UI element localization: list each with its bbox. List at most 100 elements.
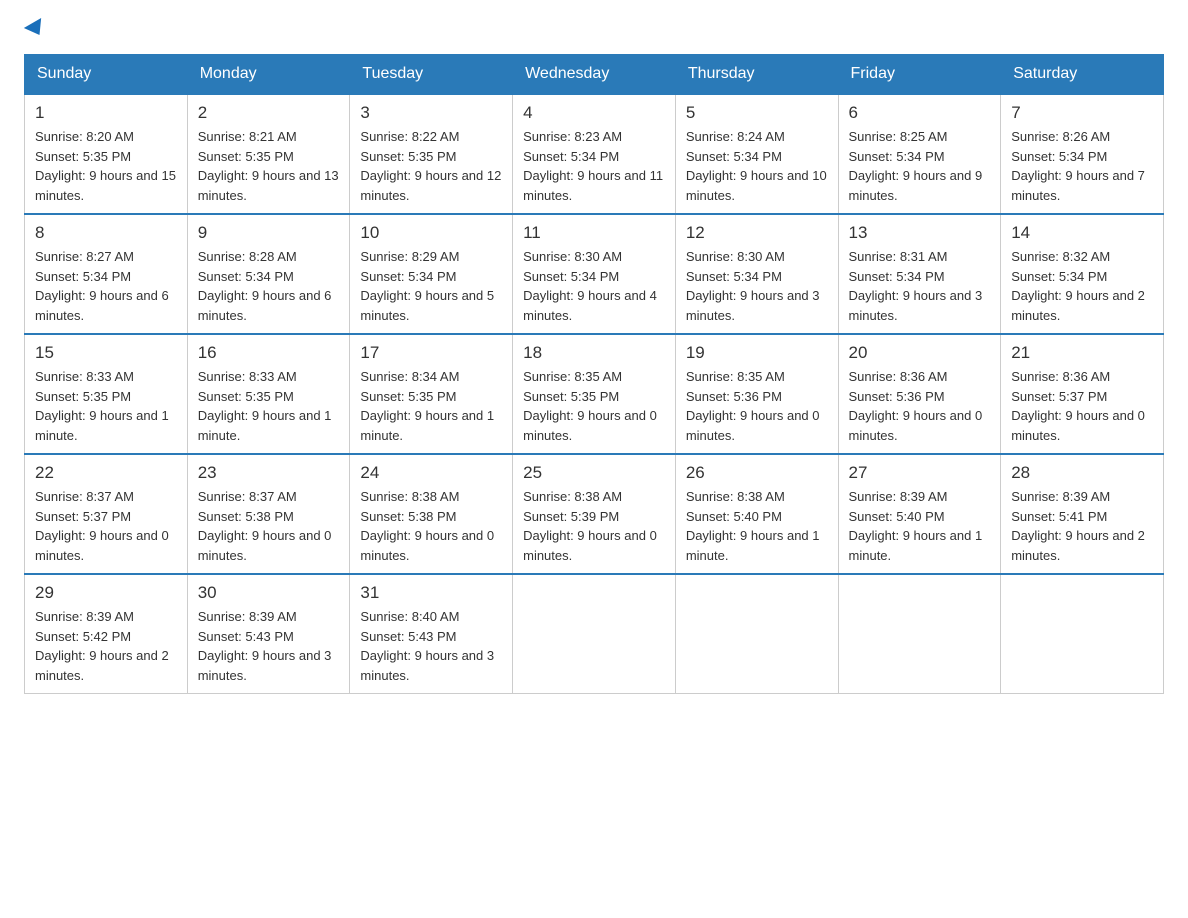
day-info: Sunrise: 8:20 AMSunset: 5:35 PMDaylight:…	[35, 129, 176, 203]
calendar-week-row: 15 Sunrise: 8:33 AMSunset: 5:35 PMDaylig…	[25, 334, 1164, 454]
day-number: 25	[523, 463, 665, 483]
day-info: Sunrise: 8:33 AMSunset: 5:35 PMDaylight:…	[198, 369, 332, 443]
calendar-day-cell	[513, 574, 676, 694]
calendar-day-cell: 10 Sunrise: 8:29 AMSunset: 5:34 PMDaylig…	[350, 214, 513, 334]
day-info: Sunrise: 8:25 AMSunset: 5:34 PMDaylight:…	[849, 129, 983, 203]
day-info: Sunrise: 8:31 AMSunset: 5:34 PMDaylight:…	[849, 249, 983, 323]
calendar-day-cell: 30 Sunrise: 8:39 AMSunset: 5:43 PMDaylig…	[187, 574, 350, 694]
calendar-day-cell: 19 Sunrise: 8:35 AMSunset: 5:36 PMDaylig…	[675, 334, 838, 454]
day-number: 12	[686, 223, 828, 243]
calendar-day-cell: 25 Sunrise: 8:38 AMSunset: 5:39 PMDaylig…	[513, 454, 676, 574]
day-of-week-header: Sunday	[25, 55, 188, 95]
day-info: Sunrise: 8:27 AMSunset: 5:34 PMDaylight:…	[35, 249, 169, 323]
day-info: Sunrise: 8:29 AMSunset: 5:34 PMDaylight:…	[360, 249, 494, 323]
logo	[24, 24, 46, 38]
day-number: 18	[523, 343, 665, 363]
day-info: Sunrise: 8:39 AMSunset: 5:42 PMDaylight:…	[35, 609, 169, 683]
day-number: 6	[849, 103, 991, 123]
day-info: Sunrise: 8:37 AMSunset: 5:38 PMDaylight:…	[198, 489, 332, 563]
calendar-header-row: SundayMondayTuesdayWednesdayThursdayFrid…	[25, 55, 1164, 95]
calendar-day-cell: 31 Sunrise: 8:40 AMSunset: 5:43 PMDaylig…	[350, 574, 513, 694]
day-number: 23	[198, 463, 340, 483]
calendar-day-cell: 14 Sunrise: 8:32 AMSunset: 5:34 PMDaylig…	[1001, 214, 1164, 334]
day-of-week-header: Friday	[838, 55, 1001, 95]
calendar-day-cell: 7 Sunrise: 8:26 AMSunset: 5:34 PMDayligh…	[1001, 94, 1164, 214]
calendar-day-cell: 15 Sunrise: 8:33 AMSunset: 5:35 PMDaylig…	[25, 334, 188, 454]
day-info: Sunrise: 8:30 AMSunset: 5:34 PMDaylight:…	[523, 249, 657, 323]
calendar-day-cell: 11 Sunrise: 8:30 AMSunset: 5:34 PMDaylig…	[513, 214, 676, 334]
calendar-day-cell: 20 Sunrise: 8:36 AMSunset: 5:36 PMDaylig…	[838, 334, 1001, 454]
day-info: Sunrise: 8:30 AMSunset: 5:34 PMDaylight:…	[686, 249, 820, 323]
day-of-week-header: Wednesday	[513, 55, 676, 95]
day-info: Sunrise: 8:36 AMSunset: 5:36 PMDaylight:…	[849, 369, 983, 443]
day-number: 3	[360, 103, 502, 123]
calendar-day-cell: 22 Sunrise: 8:37 AMSunset: 5:37 PMDaylig…	[25, 454, 188, 574]
day-info: Sunrise: 8:38 AMSunset: 5:39 PMDaylight:…	[523, 489, 657, 563]
day-of-week-header: Tuesday	[350, 55, 513, 95]
day-info: Sunrise: 8:23 AMSunset: 5:34 PMDaylight:…	[523, 129, 663, 203]
calendar-day-cell: 29 Sunrise: 8:39 AMSunset: 5:42 PMDaylig…	[25, 574, 188, 694]
calendar-table: SundayMondayTuesdayWednesdayThursdayFrid…	[24, 54, 1164, 694]
calendar-day-cell: 2 Sunrise: 8:21 AMSunset: 5:35 PMDayligh…	[187, 94, 350, 214]
day-number: 27	[849, 463, 991, 483]
day-of-week-header: Saturday	[1001, 55, 1164, 95]
day-number: 1	[35, 103, 177, 123]
calendar-day-cell: 23 Sunrise: 8:37 AMSunset: 5:38 PMDaylig…	[187, 454, 350, 574]
day-info: Sunrise: 8:35 AMSunset: 5:36 PMDaylight:…	[686, 369, 820, 443]
calendar-day-cell: 8 Sunrise: 8:27 AMSunset: 5:34 PMDayligh…	[25, 214, 188, 334]
day-number: 14	[1011, 223, 1153, 243]
day-number: 31	[360, 583, 502, 603]
day-of-week-header: Thursday	[675, 55, 838, 95]
calendar-day-cell: 18 Sunrise: 8:35 AMSunset: 5:35 PMDaylig…	[513, 334, 676, 454]
day-number: 29	[35, 583, 177, 603]
day-number: 7	[1011, 103, 1153, 123]
calendar-day-cell	[1001, 574, 1164, 694]
day-info: Sunrise: 8:37 AMSunset: 5:37 PMDaylight:…	[35, 489, 169, 563]
day-number: 8	[35, 223, 177, 243]
day-number: 28	[1011, 463, 1153, 483]
day-info: Sunrise: 8:32 AMSunset: 5:34 PMDaylight:…	[1011, 249, 1145, 323]
day-info: Sunrise: 8:38 AMSunset: 5:40 PMDaylight:…	[686, 489, 820, 563]
day-info: Sunrise: 8:36 AMSunset: 5:37 PMDaylight:…	[1011, 369, 1145, 443]
logo-triangle-icon	[24, 18, 48, 40]
page-header	[24, 24, 1164, 38]
calendar-day-cell: 17 Sunrise: 8:34 AMSunset: 5:35 PMDaylig…	[350, 334, 513, 454]
day-number: 20	[849, 343, 991, 363]
calendar-week-row: 22 Sunrise: 8:37 AMSunset: 5:37 PMDaylig…	[25, 454, 1164, 574]
calendar-day-cell: 3 Sunrise: 8:22 AMSunset: 5:35 PMDayligh…	[350, 94, 513, 214]
day-info: Sunrise: 8:38 AMSunset: 5:38 PMDaylight:…	[360, 489, 494, 563]
calendar-day-cell: 6 Sunrise: 8:25 AMSunset: 5:34 PMDayligh…	[838, 94, 1001, 214]
calendar-week-row: 29 Sunrise: 8:39 AMSunset: 5:42 PMDaylig…	[25, 574, 1164, 694]
calendar-day-cell: 24 Sunrise: 8:38 AMSunset: 5:38 PMDaylig…	[350, 454, 513, 574]
calendar-day-cell	[675, 574, 838, 694]
day-number: 21	[1011, 343, 1153, 363]
day-number: 4	[523, 103, 665, 123]
day-info: Sunrise: 8:35 AMSunset: 5:35 PMDaylight:…	[523, 369, 657, 443]
day-info: Sunrise: 8:39 AMSunset: 5:43 PMDaylight:…	[198, 609, 332, 683]
calendar-day-cell: 9 Sunrise: 8:28 AMSunset: 5:34 PMDayligh…	[187, 214, 350, 334]
day-number: 2	[198, 103, 340, 123]
calendar-day-cell: 13 Sunrise: 8:31 AMSunset: 5:34 PMDaylig…	[838, 214, 1001, 334]
day-number: 15	[35, 343, 177, 363]
day-info: Sunrise: 8:21 AMSunset: 5:35 PMDaylight:…	[198, 129, 339, 203]
day-info: Sunrise: 8:39 AMSunset: 5:40 PMDaylight:…	[849, 489, 983, 563]
day-number: 26	[686, 463, 828, 483]
day-info: Sunrise: 8:39 AMSunset: 5:41 PMDaylight:…	[1011, 489, 1145, 563]
calendar-day-cell: 21 Sunrise: 8:36 AMSunset: 5:37 PMDaylig…	[1001, 334, 1164, 454]
calendar-week-row: 8 Sunrise: 8:27 AMSunset: 5:34 PMDayligh…	[25, 214, 1164, 334]
day-number: 13	[849, 223, 991, 243]
day-number: 19	[686, 343, 828, 363]
calendar-week-row: 1 Sunrise: 8:20 AMSunset: 5:35 PMDayligh…	[25, 94, 1164, 214]
calendar-day-cell: 1 Sunrise: 8:20 AMSunset: 5:35 PMDayligh…	[25, 94, 188, 214]
day-info: Sunrise: 8:24 AMSunset: 5:34 PMDaylight:…	[686, 129, 827, 203]
day-number: 5	[686, 103, 828, 123]
day-number: 24	[360, 463, 502, 483]
day-of-week-header: Monday	[187, 55, 350, 95]
day-number: 11	[523, 223, 665, 243]
calendar-day-cell: 16 Sunrise: 8:33 AMSunset: 5:35 PMDaylig…	[187, 334, 350, 454]
calendar-day-cell: 5 Sunrise: 8:24 AMSunset: 5:34 PMDayligh…	[675, 94, 838, 214]
calendar-day-cell: 27 Sunrise: 8:39 AMSunset: 5:40 PMDaylig…	[838, 454, 1001, 574]
day-number: 16	[198, 343, 340, 363]
day-info: Sunrise: 8:33 AMSunset: 5:35 PMDaylight:…	[35, 369, 169, 443]
day-number: 9	[198, 223, 340, 243]
